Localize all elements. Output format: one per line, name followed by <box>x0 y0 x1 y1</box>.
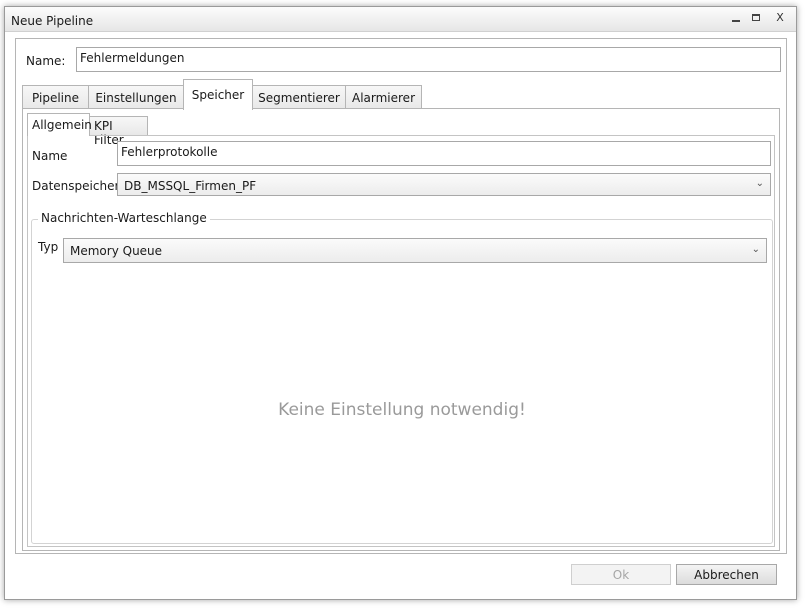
maximize-icon[interactable] <box>750 11 764 25</box>
nachrichten-warteschlange-group: Nachrichten-Warteschlange Typ Memory Que… <box>31 211 773 544</box>
chevron-down-icon: ⌄ <box>751 244 760 255</box>
tab-speicher[interactable]: Speicher <box>183 79 253 110</box>
tab-alarmierer[interactable]: Alarmierer <box>345 85 422 109</box>
cancel-button[interactable]: Abbrechen <box>676 564 777 585</box>
subtab-kpi-filter[interactable]: KPI Filter <box>89 116 148 147</box>
pipeline-name-label: Name: <box>26 54 66 68</box>
typ-label: Typ <box>38 240 59 254</box>
window-title: Neue Pipeline <box>11 14 94 28</box>
allgemein-content: Name Fehlerprotokolle Datenspeicher DB_M… <box>27 135 775 547</box>
group-title: Nachrichten-Warteschlange <box>38 211 210 225</box>
tab-pipeline[interactable]: Pipeline <box>22 85 89 109</box>
datenspeicher-select[interactable]: DB_MSSQL_Firmen_PF ⌄ <box>117 173 771 196</box>
datenspeicher-label: Datenspeicher <box>32 179 120 193</box>
datenspeicher-value: DB_MSSQL_Firmen_PF <box>124 179 257 193</box>
typ-select[interactable]: Memory Queue ⌄ <box>63 238 767 263</box>
storage-name-label: Name <box>32 149 68 163</box>
title-bar[interactable]: Neue Pipeline X <box>5 7 796 32</box>
chevron-down-icon: ⌄ <box>755 178 764 189</box>
storage-name-input[interactable]: Fehlerprotokolle <box>117 141 771 166</box>
ok-button[interactable]: Ok <box>571 564 671 585</box>
minimize-icon[interactable] <box>729 11 743 25</box>
tab-segmentierer[interactable]: Segmentierer <box>252 85 346 109</box>
dialog-window: Neue Pipeline X Name: Fehlermeldungen Pi… <box>4 6 797 600</box>
subtab-allgemein[interactable]: Allgemein <box>27 113 92 136</box>
close-icon[interactable]: X <box>773 11 787 25</box>
empty-settings-message: Keine Einstellung notwendig! <box>278 400 526 420</box>
speicher-tab-content: Allgemein KPI Filter Name Fehlerprotokol… <box>22 108 780 551</box>
tab-einstellungen[interactable]: Einstellungen <box>88 85 184 109</box>
pipeline-panel: Name: Fehlermeldungen Pipeline Einstellu… <box>15 38 787 554</box>
pipeline-name-input[interactable]: Fehlermeldungen <box>76 47 781 72</box>
typ-value: Memory Queue <box>70 244 163 258</box>
